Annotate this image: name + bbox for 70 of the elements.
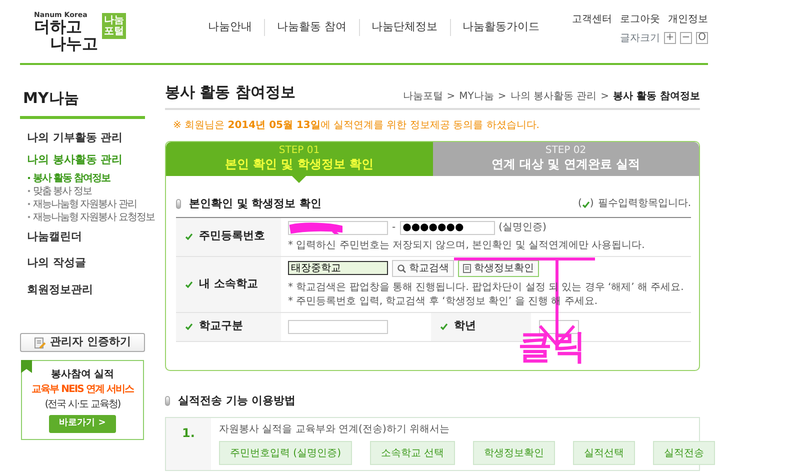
check-icon	[440, 323, 448, 330]
required-note: 필수입력항목입니다.	[598, 197, 691, 212]
check-icon	[185, 233, 193, 240]
school-field[interactable]: 태장중학교	[288, 261, 388, 275]
dash-text: -	[392, 220, 396, 234]
search-icon	[397, 264, 406, 272]
header-link[interactable]: 고객센터	[572, 12, 612, 26]
tab-pointer	[292, 176, 306, 183]
notice-text: ※ 회원님은 2014년 05월 13일에 실적연계를 위한 정보제공 동의를 하셨습니다.	[173, 118, 540, 132]
check-icon	[185, 280, 193, 288]
bookmark-icon	[21, 360, 32, 373]
field-label: 학년	[454, 318, 476, 334]
sidebar-subitem[interactable]: 재능나눔형 자원봉사 요청정보	[20, 210, 165, 224]
redaction-scribble	[289, 222, 344, 234]
nav-link[interactable]: 나눔활동 참여	[265, 19, 360, 36]
logo-wordmark: 나누고	[50, 36, 98, 52]
sidebar-item[interactable]: 나의 작성글	[20, 250, 165, 276]
check-icon	[582, 200, 590, 208]
school-type-field[interactable]	[288, 320, 388, 334]
school-search-button[interactable]: 학교검색	[392, 260, 454, 276]
nav-link[interactable]: 나눔단체정보	[360, 19, 450, 36]
check-icon	[185, 323, 193, 330]
font-size-label: 글자크기	[620, 32, 660, 46]
breadcrumb-link[interactable]: MY나눔	[459, 88, 494, 104]
id-number-field[interactable]	[288, 220, 388, 234]
promo-title: 봉사참여 실적	[50, 368, 116, 382]
breadcrumb-link[interactable]: 나눔포털	[402, 88, 443, 104]
nav-link[interactable]: 나눔안내	[196, 19, 265, 36]
breadcrumb-separator: >	[498, 90, 506, 104]
sidebar-subitem[interactable]: 재능나눔형 자원봉사 관리	[20, 198, 165, 210]
section-title: 본인확인 및 학생정보 확인	[189, 196, 322, 212]
field-label: 주민등록번호	[199, 228, 265, 244]
logo-wordmark: 더하고	[34, 18, 82, 36]
header-link[interactable]: 로그아웃	[620, 12, 660, 26]
field-label: 학교구분	[199, 318, 243, 334]
font-size-button[interactable]: +	[664, 32, 676, 44]
sidebar-item[interactable]: 나의 기부활동 관리	[20, 126, 165, 149]
hint-text: * 입력하신 주민번호는 저장되지 않으며, 본인확인 및 실적연계에만 사용됩니다.	[288, 238, 646, 252]
sidebar-item[interactable]: 회원정보관리	[20, 276, 165, 303]
field-label: 내 소속학교	[199, 276, 258, 292]
font-size-button[interactable]: O	[696, 32, 708, 44]
promo-subtitle: (전국 시·도 교육청)	[44, 398, 122, 412]
document-icon	[463, 264, 471, 272]
sidebar-subitem[interactable]: 봉사 활동 참여정보	[20, 172, 165, 184]
student-info-button[interactable]: 학생정보확인	[458, 260, 539, 276]
section-bullet-icon	[165, 396, 170, 406]
header-link[interactable]: 개인정보	[668, 12, 708, 26]
document-pencil-icon	[34, 336, 46, 348]
breadcrumb-separator: >	[446, 90, 456, 104]
guide-text: 자원봉사 실적을 교육부와 연계(전송)하기 위해서는	[219, 423, 451, 437]
breadcrumb-link[interactable]: 봉사 활동 참여정보	[613, 88, 700, 104]
sidebar-title: MY나눔	[20, 81, 145, 118]
paren-text: (	[578, 197, 582, 212]
sidebar-item[interactable]: 나의 봉사활동 관리	[20, 149, 165, 172]
sidebar-subitem[interactable]: 맞춤 봉사 정보	[20, 184, 165, 198]
page-title: 봉사 활동 참여정보	[165, 82, 296, 103]
step-number: 1.	[166, 418, 211, 470]
breadcrumb-link[interactable]: 나의 봉사활동 관리	[510, 88, 597, 104]
nav-link[interactable]: 나눔활동가이드	[450, 19, 552, 36]
paren-text: )	[590, 197, 594, 212]
breadcrumb-separator: >	[600, 90, 610, 104]
admin-auth-button[interactable]: 관리자 인증하기	[20, 333, 145, 352]
section-title: 실적전송 기능 이용방법	[178, 392, 296, 408]
password-field[interactable]: ●●●●●●●	[400, 220, 495, 234]
logo-badge: 나눔 포털	[102, 12, 126, 38]
font-size-button[interactable]: −	[680, 32, 692, 44]
section-bullet-icon	[176, 199, 181, 210]
sidebar-item[interactable]: 나눔캘린더	[20, 224, 165, 250]
promo-highlight: 교육부 NEIS 연계 서비스	[30, 383, 135, 397]
real-name-note: (실명인증)	[498, 220, 546, 234]
